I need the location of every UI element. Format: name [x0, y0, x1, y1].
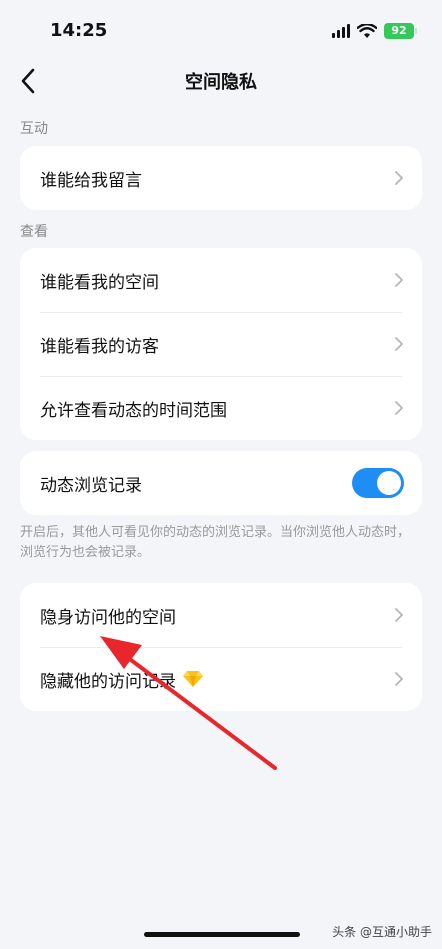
chevron-right-icon	[395, 672, 403, 686]
chevron-right-icon	[395, 401, 403, 415]
browse-record-note: 开启后，其他人可看见你的动态的浏览记录。当你浏览他人动态时，浏览行为也会被记录。	[20, 525, 411, 560]
section-label-interaction: 互动	[20, 121, 48, 137]
view-card: 谁能看我的空间 谁能看我的访客 允许查看动态的时间范围	[20, 248, 422, 440]
row-who-can-view-space[interactable]: 谁能看我的空间	[20, 248, 422, 312]
row-stealth-visit[interactable]: 隐身访问他的空间	[20, 583, 422, 647]
toggle-knob	[377, 471, 401, 495]
row-label: 谁能看我的空间	[40, 272, 159, 293]
row-label: 谁能给我留言	[40, 170, 142, 191]
row-label: 动态浏览记录	[40, 475, 142, 496]
row-label: 允许查看动态的时间范围	[40, 400, 227, 421]
signal-icon	[332, 24, 350, 38]
section-label-view: 查看	[20, 224, 48, 240]
page-title: 空间隐私	[185, 72, 257, 93]
row-label: 隐藏他的访问记录	[40, 671, 176, 692]
nav-bar: 空间隐私	[0, 62, 442, 102]
watermark: 头条 @互通小助手	[332, 925, 432, 939]
stealth-card: 隐身访问他的空间 隐藏他的访问记录	[20, 583, 422, 711]
chevron-right-icon	[395, 337, 403, 351]
chevron-right-icon	[395, 171, 403, 185]
row-feed-time-range[interactable]: 允许查看动态的时间范围	[20, 376, 422, 440]
chevron-right-icon	[395, 273, 403, 287]
row-who-can-view-visitors[interactable]: 谁能看我的访客	[20, 312, 422, 376]
row-label: 谁能看我的访客	[40, 336, 159, 357]
row-browse-record: 动态浏览记录	[20, 451, 422, 515]
status-bar: 14:25 92	[0, 0, 442, 62]
status-time: 14:25	[50, 20, 108, 41]
browse-record-toggle[interactable]	[352, 468, 404, 498]
diamond-vip-icon	[183, 671, 203, 687]
home-indicator	[144, 932, 300, 937]
wifi-icon	[357, 23, 377, 38]
status-icons: 92	[332, 22, 417, 40]
interaction-card: 谁能给我留言	[20, 146, 422, 210]
row-hide-visit-record[interactable]: 隐藏他的访问记录	[20, 647, 422, 711]
row-label: 隐身访问他的空间	[40, 607, 176, 628]
chevron-right-icon	[395, 608, 403, 622]
row-who-can-message[interactable]: 谁能给我留言	[20, 146, 422, 210]
battery-icon: 92	[384, 23, 417, 39]
browse-record-card: 动态浏览记录	[20, 451, 422, 515]
